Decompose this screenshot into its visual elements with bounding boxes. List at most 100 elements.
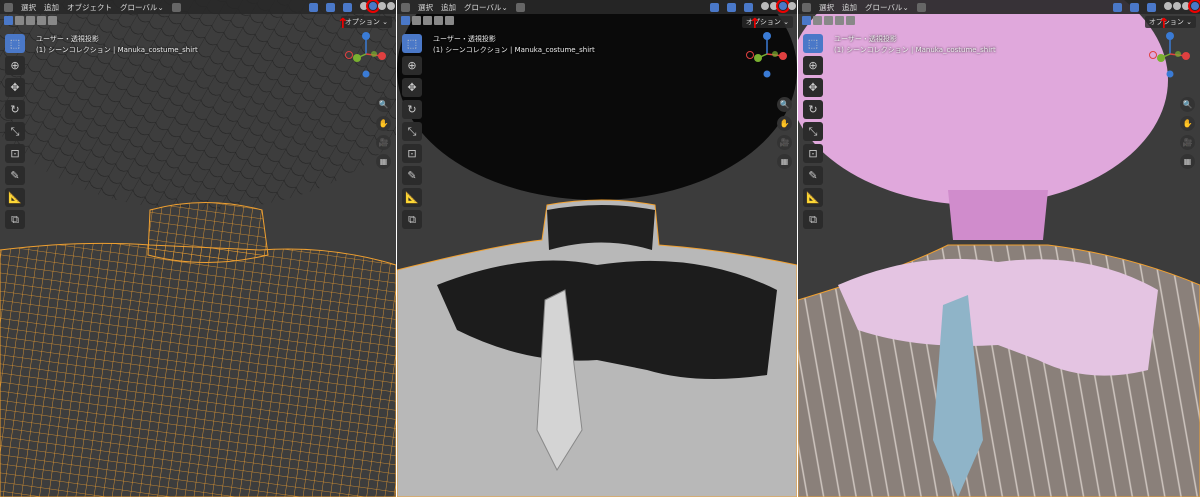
tool-cursor-icon[interactable]: ⊕: [803, 56, 823, 75]
shading-rendered-button[interactable]: [1188, 0, 1200, 13]
options-label: オプション: [344, 18, 380, 26]
menu-select[interactable]: 選択: [21, 2, 36, 13]
tool-cursor-icon[interactable]: ⊕: [402, 56, 422, 75]
tool-transform-icon[interactable]: ⊡: [803, 144, 823, 163]
nav-grid-icon[interactable]: ▦: [777, 154, 792, 169]
viewport-header: 選択 追加 グローバル⌄: [798, 0, 1200, 14]
view-label: ユーザー・透視投影: [36, 35, 99, 43]
menu-select[interactable]: 選択: [418, 2, 433, 13]
orientation-dropdown[interactable]: グローバル⌄: [120, 2, 164, 13]
select-mode-buttons[interactable]: [4, 16, 57, 25]
shading-solid-button[interactable]: [1173, 2, 1181, 10]
tool-cursor-icon[interactable]: ⊕: [5, 56, 25, 75]
viewport-panel-wireframe: 選択 追加 オブジェクト グローバル⌄ オプション ⌄ ↑ ユーザー・透視投影 …: [0, 0, 396, 497]
red-arrow-icon: ↑: [749, 16, 761, 32]
navigation-gizmo[interactable]: [1148, 30, 1192, 80]
nav-zoom-icon[interactable]: 🔍: [376, 97, 391, 112]
tool-rotate-icon[interactable]: ↻: [803, 100, 823, 119]
tool-add_cube-icon[interactable]: ⧉: [5, 210, 25, 229]
viewport-material-scene[interactable]: [798, 0, 1200, 497]
menu-add[interactable]: 追加: [441, 2, 456, 13]
tool-select-icon[interactable]: ⬚: [5, 34, 25, 53]
shading-wireframe-button[interactable]: [360, 2, 368, 10]
tool-move-icon[interactable]: ✥: [5, 78, 25, 97]
orientation-dropdown[interactable]: グローバル⌄: [464, 2, 508, 13]
tool-move-icon[interactable]: ✥: [803, 78, 823, 97]
snap-icon[interactable]: [515, 2, 525, 12]
shading-buttons: [761, 0, 797, 13]
editor-type-button[interactable]: [401, 2, 410, 12]
nav-pan-icon[interactable]: ✋: [376, 116, 391, 131]
nav-grid-icon[interactable]: ▦: [376, 154, 391, 169]
viewport-solid-scene[interactable]: [397, 0, 797, 497]
select-mode-buttons[interactable]: [802, 16, 855, 25]
red-arrow-icon: ↑: [1158, 16, 1170, 32]
tool-select-icon[interactable]: ⬚: [803, 34, 823, 53]
navigation-gizmo[interactable]: [344, 30, 388, 80]
nav-camera-icon[interactable]: 🎥: [777, 135, 792, 150]
nav-pan-icon[interactable]: ✋: [777, 116, 792, 131]
shading-material-button[interactable]: [776, 0, 790, 13]
shading-material-button[interactable]: [378, 2, 386, 10]
menu-object[interactable]: オブジェクト: [67, 2, 112, 13]
nav-camera-icon[interactable]: 🎥: [1180, 135, 1195, 150]
shading-material-button[interactable]: [1182, 2, 1190, 10]
editor-type-button[interactable]: [802, 2, 811, 12]
menu-add[interactable]: 追加: [44, 2, 59, 13]
tool-annotate-icon[interactable]: ✎: [803, 166, 823, 185]
nav-camera-icon[interactable]: 🎥: [376, 135, 391, 150]
gizmo-toggle-icon[interactable]: [1113, 2, 1122, 12]
snap-icon[interactable]: [916, 2, 926, 12]
xray-toggle-icon[interactable]: [1147, 2, 1156, 12]
nav-zoom-icon[interactable]: 🔍: [777, 97, 792, 112]
gizmo-toggle-icon[interactable]: [309, 2, 318, 12]
menu-select[interactable]: 選択: [819, 2, 834, 13]
overlay-toggle-icon[interactable]: [1130, 2, 1139, 12]
tool-select-icon[interactable]: ⬚: [402, 34, 422, 53]
overlay-toggle-icon[interactable]: [326, 2, 335, 12]
shading-solid-button[interactable]: [770, 2, 778, 10]
tool-measure-icon[interactable]: 📐: [402, 188, 422, 207]
orientation-dropdown[interactable]: グローバル⌄: [865, 2, 909, 13]
tool-transform-icon[interactable]: ⊡: [402, 144, 422, 163]
options-dropdown[interactable]: オプション ⌄: [1144, 16, 1196, 28]
tool-scale-icon[interactable]: ⤡: [803, 122, 823, 141]
snap-icon[interactable]: [171, 2, 181, 12]
tool-scale-icon[interactable]: ⤡: [402, 122, 422, 141]
xray-toggle-icon[interactable]: [744, 2, 753, 12]
tool-measure-icon[interactable]: 📐: [5, 188, 25, 207]
tool-rotate-icon[interactable]: ↻: [402, 100, 422, 119]
shading-solid-button[interactable]: [366, 0, 380, 13]
overlay-toggle-icon[interactable]: [727, 2, 736, 12]
nav-zoom-icon[interactable]: 🔍: [1180, 97, 1195, 112]
orientation-label: グローバル: [120, 2, 158, 12]
editor-type-button[interactable]: [4, 2, 13, 12]
viewport-info: ユーザー・透視投影 (1) シーンコレクション | Manuka_costume…: [36, 34, 198, 56]
tool-add_cube-icon[interactable]: ⧉: [402, 210, 422, 229]
viewport-header: 選択 追加 オブジェクト グローバル⌄: [0, 0, 396, 14]
tool-add_cube-icon[interactable]: ⧉: [803, 210, 823, 229]
select-mode-buttons[interactable]: [401, 16, 454, 25]
red-arrow-icon: ↑: [337, 16, 349, 32]
gizmo-toggle-icon[interactable]: [710, 2, 719, 12]
tool-scale-icon[interactable]: ⤡: [5, 122, 25, 141]
menu-add[interactable]: 追加: [842, 2, 857, 13]
tool-annotate-icon[interactable]: ✎: [5, 166, 25, 185]
nav-pan-icon[interactable]: ✋: [1180, 116, 1195, 131]
view-label: ユーザー・透視投影: [834, 35, 897, 43]
navigation-gizmo[interactable]: [745, 30, 789, 80]
shading-wireframe-button[interactable]: [761, 2, 769, 10]
shading-wireframe-button[interactable]: [1164, 2, 1172, 10]
xray-toggle-icon[interactable]: [343, 2, 352, 12]
tool-move-icon[interactable]: ✥: [402, 78, 422, 97]
shading-rendered-button[interactable]: [788, 2, 796, 10]
tool-transform-icon[interactable]: ⊡: [5, 144, 25, 163]
view-navigation: 🔍 ✋ 🎥 ▦: [777, 97, 792, 169]
tool-measure-icon[interactable]: 📐: [803, 188, 823, 207]
shading-rendered-button[interactable]: [387, 2, 395, 10]
tool-rotate-icon[interactable]: ↻: [5, 100, 25, 119]
viewport-wireframe-scene[interactable]: [0, 0, 396, 497]
nav-grid-icon[interactable]: ▦: [1180, 154, 1195, 169]
tool-annotate-icon[interactable]: ✎: [402, 166, 422, 185]
toolbar: ⬚ ⊕ ✥ ↻ ⤡ ⊡ ✎ 📐 ⧉: [5, 34, 25, 229]
